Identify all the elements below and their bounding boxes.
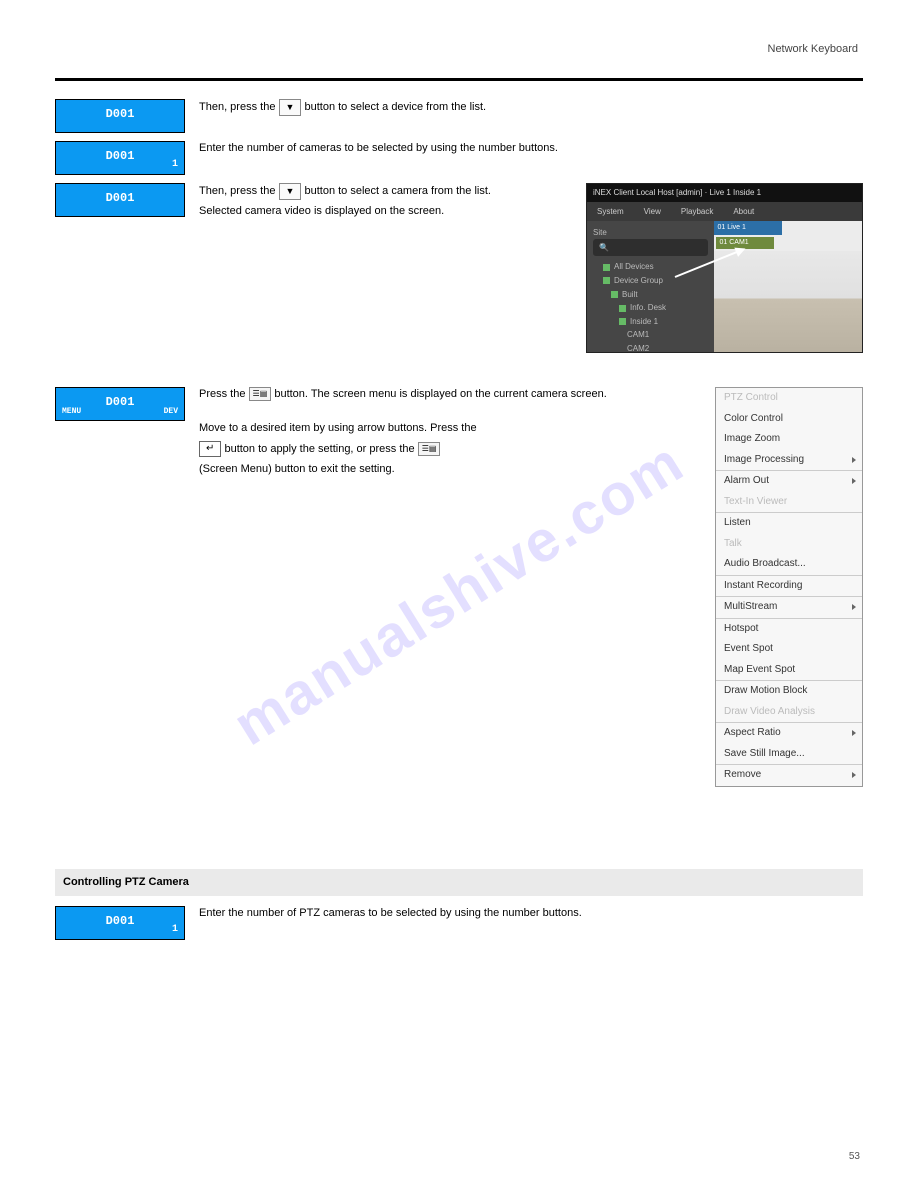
context-menu-item[interactable]: Image Zoom xyxy=(716,429,862,450)
instruction-row: D001 MENU DEV PTZ ControlColor ControlIm… xyxy=(55,387,863,797)
context-menu-item: Text-In Viewer xyxy=(716,492,862,513)
keycap-d001: D001 xyxy=(55,99,185,133)
screen-menu-icon[interactable]: ☰▤ xyxy=(418,442,441,456)
context-menu-item[interactable]: Color Control xyxy=(716,409,862,430)
horizontal-rule xyxy=(55,78,863,81)
keycap-label: D001 xyxy=(56,106,184,123)
text-fragment: button to apply the setting, or press th… xyxy=(224,443,417,455)
context-menu-item: Talk xyxy=(716,534,862,555)
vms-menu-item[interactable]: Playback xyxy=(681,206,713,218)
instruction-text: Enter the number of cameras to be select… xyxy=(199,141,863,161)
vms-side-label: Site xyxy=(593,227,708,239)
context-menu-item: Draw Video Analysis xyxy=(716,702,862,723)
tree-item[interactable]: CAM1 xyxy=(593,328,708,342)
tree-item[interactable]: Inside 1 xyxy=(593,315,708,329)
enter-key-icon[interactable]: ↵ xyxy=(199,441,221,457)
text-paragraph: Enter the number of cameras to be select… xyxy=(199,141,863,157)
tree-item[interactable]: Built xyxy=(593,288,708,302)
vms-search-input[interactable]: 🔍 xyxy=(593,239,708,257)
vms-menu-item[interactable]: System xyxy=(597,206,624,218)
text-fragment: Then, press the xyxy=(199,185,279,197)
vms-menubar: System View Playback About xyxy=(587,202,862,222)
keycap-label: D001 xyxy=(56,190,184,207)
context-menu-item[interactable]: Map Event Spot xyxy=(716,660,862,681)
down-button[interactable]: ▼ xyxy=(279,183,302,200)
context-menu-item[interactable]: Save Still Image... xyxy=(716,744,862,765)
tree-item[interactable]: CAM2 xyxy=(593,342,708,353)
vms-video-pane: 01 Live 1 01 CAM1 xyxy=(714,221,863,353)
vms-screenshot: iNEX Client Local Host [admin] · Live 1 … xyxy=(586,183,863,353)
tree-item[interactable]: All Devices xyxy=(593,260,708,274)
context-menu-item: PTZ Control xyxy=(716,388,862,409)
vms-tab[interactable]: 01 Live 1 xyxy=(714,221,782,235)
keycap-label: D001 xyxy=(56,913,184,930)
context-menu-item[interactable]: Alarm Out xyxy=(716,471,862,492)
text-fragment: Then, press the xyxy=(199,101,279,113)
instruction-row: D001 iNEX Client Local Host [admin] · Li… xyxy=(55,183,863,361)
page-number: 53 xyxy=(849,1150,860,1165)
tree-item[interactable]: Device Group xyxy=(593,274,708,288)
context-menu-item[interactable]: Instant Recording xyxy=(716,576,862,597)
instruction-row: D001 1 Enter the number of PTZ cameras t… xyxy=(55,906,863,940)
keycap-br: DEV xyxy=(164,406,178,418)
instruction-row: D001 1 Enter the number of cameras to be… xyxy=(55,141,863,175)
keycap-label: D001 xyxy=(56,148,184,165)
instruction-text: PTZ ControlColor ControlImage ZoomImage … xyxy=(199,387,863,797)
context-menu-item[interactable]: Hotspot xyxy=(716,619,862,640)
context-menu-item[interactable]: Audio Broadcast... xyxy=(716,554,862,575)
instruction-text: Enter the number of PTZ cameras to be se… xyxy=(199,906,863,926)
text-paragraph: Enter the number of PTZ cameras to be se… xyxy=(199,906,863,922)
doc-title: Network Keyboard xyxy=(768,42,859,58)
keycap-d001: D001 xyxy=(55,183,185,217)
page: manualshive.com Network Keyboard D001 Th… xyxy=(0,0,918,1188)
keycap-sub: 1 xyxy=(172,158,178,173)
vms-window-title: iNEX Client Local Host [admin] · Live 1 … xyxy=(587,184,862,202)
context-menu-item[interactable]: Draw Motion Block xyxy=(716,681,862,702)
down-button[interactable]: ▼ xyxy=(279,99,302,116)
vms-sidebar: Site 🔍 All Devices Device Group Built In… xyxy=(587,221,714,353)
instruction-text: Then, press the ▼ button to select a dev… xyxy=(199,99,863,120)
context-menu-item[interactable]: Remove xyxy=(716,765,862,786)
context-menu-item[interactable]: MultiStream xyxy=(716,597,862,618)
context-menu-item[interactable]: Listen xyxy=(716,513,862,534)
section-heading: Controlling PTZ Camera xyxy=(55,869,863,897)
context-menu-item[interactable]: Image Processing xyxy=(716,450,862,471)
context-menu: PTZ ControlColor ControlImage ZoomImage … xyxy=(715,387,863,787)
text-fragment: button. The screen menu is displayed on … xyxy=(274,388,606,400)
keycap-d001-1: D001 1 xyxy=(55,906,185,940)
text-fragment: button to select a camera from the list. xyxy=(304,185,490,197)
context-menu-item[interactable]: Aspect Ratio xyxy=(716,723,862,744)
screen-menu-icon[interactable]: ☰▤ xyxy=(249,387,272,401)
tree-item[interactable]: Info. Desk xyxy=(593,301,708,315)
text-fragment: Press the xyxy=(199,388,249,400)
keycap-bl: MENU xyxy=(62,406,81,418)
text-fragment: Move to a desired item by using arrow bu… xyxy=(199,422,477,434)
text-fragment: button to select a device from the list. xyxy=(304,101,486,113)
keycap-d001-menu: D001 MENU DEV xyxy=(55,387,185,421)
context-menu-item[interactable]: Event Spot xyxy=(716,639,862,660)
instruction-row: D001 Then, press the ▼ button to select … xyxy=(55,99,863,133)
keycap-d001-1: D001 1 xyxy=(55,141,185,175)
vms-menu-item[interactable]: About xyxy=(733,206,754,218)
vms-menu-item[interactable]: View xyxy=(644,206,661,218)
keycap-sub: 1 xyxy=(172,923,178,938)
instruction-text: iNEX Client Local Host [admin] · Live 1 … xyxy=(199,183,863,361)
